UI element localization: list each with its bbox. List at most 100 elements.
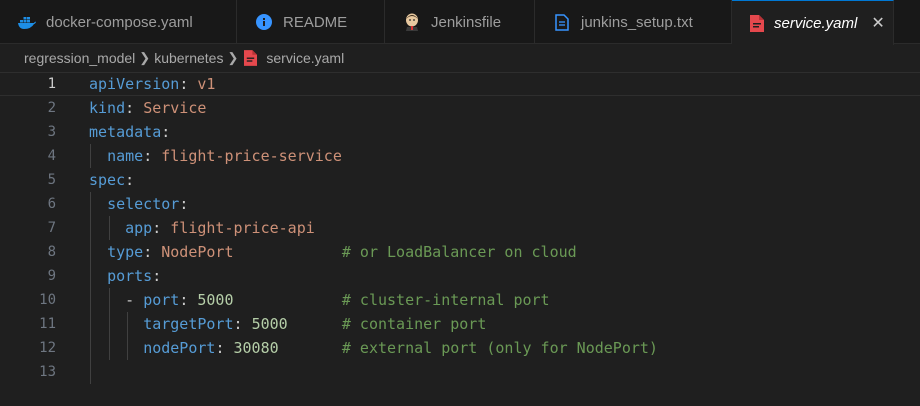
code-token: # container port xyxy=(341,315,487,333)
code-token: # external port (only for NodePort) xyxy=(341,339,658,357)
breadcrumb-file-service-yaml[interactable]: service.yaml xyxy=(266,50,344,66)
line-number: 6 xyxy=(47,196,56,212)
tab-label: Jenkinsfile xyxy=(431,13,502,31)
code-text: kind: Service xyxy=(89,96,206,120)
yaml-file-icon xyxy=(750,14,764,32)
line-number: 5 xyxy=(47,172,56,188)
code-token: : xyxy=(179,195,189,213)
code-text: spec: xyxy=(89,168,134,192)
code-text: targetPort: 5000 # container port xyxy=(89,312,486,336)
code-line[interactable]: 2 kind: Service xyxy=(0,96,920,120)
tab-label: junkins_setup.txt xyxy=(581,13,693,31)
code-token: targetPort xyxy=(143,315,234,333)
code-token: Service xyxy=(143,99,207,117)
code-text: selector: xyxy=(89,192,188,216)
code-token: : xyxy=(161,123,171,141)
tab-label: service.yaml xyxy=(774,14,858,32)
yaml-file-icon xyxy=(244,50,258,66)
code-text: metadata: xyxy=(89,120,170,144)
code-line[interactable]: 10 - port: 5000 # cluster-internal port xyxy=(0,288,920,312)
code-token: : xyxy=(152,219,171,237)
breadcrumb-folder-regression-model[interactable]: regression_model xyxy=(24,50,135,66)
jenkins-icon xyxy=(403,13,421,31)
code-token: : xyxy=(215,339,234,357)
docker-icon xyxy=(18,13,36,31)
code-token: # or LoadBalancer on cloud xyxy=(341,243,577,261)
tab-junkins-setup[interactable]: junkins_setup.txt xyxy=(535,0,732,44)
tab-docker-compose[interactable]: docker-compose.yaml xyxy=(0,0,237,44)
code-line[interactable]: 12 nodePort: 30080 # external port (only… xyxy=(0,336,920,360)
code-token: : xyxy=(125,99,144,117)
code-text: nodePort: 30080 # external port (only fo… xyxy=(89,336,658,360)
code-token: 30080 xyxy=(233,339,279,357)
code-line[interactable]: 7 app: flight-price-api xyxy=(0,216,920,240)
code-line[interactable]: 5 spec: xyxy=(0,168,920,192)
code-line[interactable]: 13 xyxy=(0,360,920,384)
line-number: 12 xyxy=(39,340,56,356)
code-text: name: flight-price-service xyxy=(89,144,342,168)
line-number: 1 xyxy=(47,76,56,92)
line-number: 10 xyxy=(39,292,56,308)
code-token: type xyxy=(107,243,144,261)
code-token: apiVersion xyxy=(89,75,180,93)
code-line[interactable]: 6 selector: xyxy=(0,192,920,216)
tab-jenkinsfile[interactable]: Jenkinsfile xyxy=(385,0,535,44)
line-number: 11 xyxy=(39,316,56,332)
code-token: 5000 xyxy=(251,315,288,333)
code-token: : xyxy=(152,267,162,285)
code-text: apiVersion: v1 xyxy=(89,73,215,95)
code-token: : xyxy=(125,171,135,189)
code-line[interactable]: 3 metadata: xyxy=(0,120,920,144)
line-number: 4 xyxy=(47,148,56,164)
code-line[interactable]: 9 ports: xyxy=(0,264,920,288)
close-icon[interactable]: ✕ xyxy=(871,13,884,33)
code-line[interactable]: 1 apiVersion: v1 xyxy=(0,72,920,96)
code-token: flight-price-service xyxy=(161,147,342,165)
code-token: kind xyxy=(89,99,126,117)
code-token: nodePort xyxy=(143,339,216,357)
code-line[interactable]: 11 targetPort: 5000 # container port xyxy=(0,312,920,336)
tab-readme[interactable]: README xyxy=(237,0,385,44)
code-token: metadata xyxy=(89,123,162,141)
code-text: type: NodePort # or LoadBalancer on clou… xyxy=(89,240,577,264)
editor-tab-bar: docker-compose.yaml README Jenkinsfile j… xyxy=(0,0,920,45)
chevron-right-icon: ❯ xyxy=(139,50,151,65)
code-text: app: flight-price-api xyxy=(89,216,315,240)
code-token: : xyxy=(233,315,252,333)
code-line[interactable]: 8 type: NodePort # or LoadBalancer on cl… xyxy=(0,240,920,264)
code-token: selector xyxy=(107,195,180,213)
code-text: - port: 5000 # cluster-internal port xyxy=(89,288,549,312)
code-token: NodePort xyxy=(161,243,234,261)
breadcrumb: regression_model ❯ kubernetes ❯ service.… xyxy=(0,45,920,71)
tab-label: README xyxy=(283,13,348,31)
code-token: : xyxy=(143,147,162,165)
code-token: spec xyxy=(89,171,126,189)
code-token: port xyxy=(143,291,180,309)
tab-label: docker-compose.yaml xyxy=(46,13,193,31)
line-number: 9 xyxy=(47,268,56,284)
code-text: ports: xyxy=(89,264,161,288)
code-token: app xyxy=(125,219,153,237)
breadcrumb-folder-kubernetes[interactable]: kubernetes xyxy=(154,50,223,66)
code-token: name xyxy=(107,147,144,165)
line-number: 7 xyxy=(47,220,56,236)
code-editor[interactable]: 1 apiVersion: v1 2 kind: Service 3 metadata: 4… xyxy=(0,72,920,406)
line-number: 3 xyxy=(47,124,56,140)
code-token: : xyxy=(179,291,198,309)
tab-service-yaml[interactable]: service.yaml ✕ xyxy=(732,0,894,45)
text-file-icon xyxy=(553,13,571,31)
line-number: 8 xyxy=(47,244,56,260)
code-line[interactable]: 4 name: flight-price-service xyxy=(0,144,920,168)
